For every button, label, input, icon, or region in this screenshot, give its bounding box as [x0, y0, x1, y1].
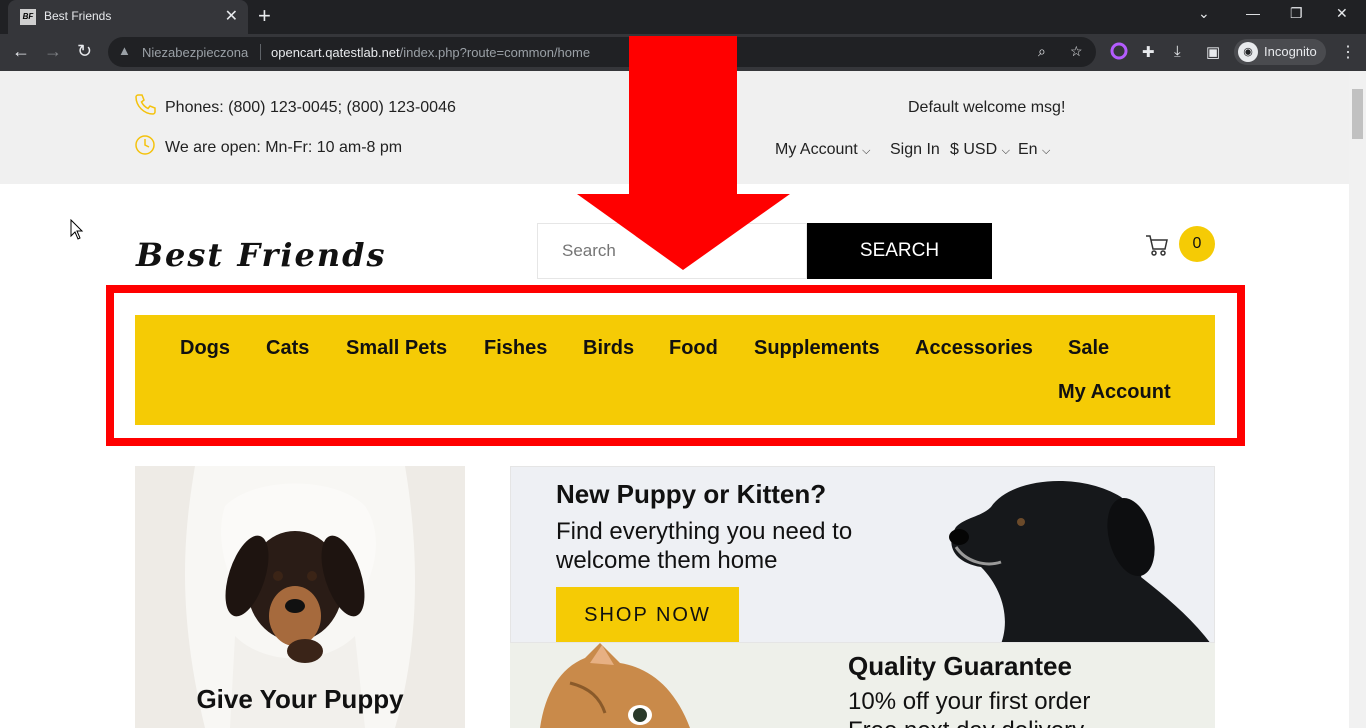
page-scrollbar[interactable]	[1349, 71, 1366, 728]
promo-banner-quality[interactable]: Quality Guarantee 10% off your first ord…	[510, 643, 1215, 728]
extensions-puzzle-icon[interactable]: ✚	[1142, 43, 1155, 61]
hours-text: We are open: Mn-Fr: 10 am-8 pm	[165, 139, 403, 156]
forward-icon[interactable]: →	[44, 41, 62, 62]
download-icon[interactable]: ⤓	[1174, 43, 1181, 60]
restore-icon[interactable]: ❐	[1290, 5, 1303, 22]
chevron-down-icon: ⌵	[1001, 145, 1010, 157]
favicon-icon: BF	[20, 9, 36, 25]
color-extension-icon[interactable]	[1110, 42, 1128, 64]
currency-label: $ USD	[950, 141, 998, 158]
annotation-highlight-box	[106, 285, 1245, 446]
tab-search-icon[interactable]: ⌄	[1198, 5, 1210, 22]
search-button[interactable]: SEARCH	[807, 223, 992, 279]
back-icon[interactable]: ←	[12, 41, 30, 62]
black-dog-image	[931, 467, 1214, 642]
reload-icon[interactable]: ↻	[77, 41, 92, 62]
tab-title: Best Friends	[44, 9, 112, 23]
url-text[interactable]: opencart.qatestlab.net/index.php?route=c…	[271, 45, 590, 60]
tab-close-icon[interactable]: ✕	[225, 6, 238, 26]
minimize-icon[interactable]: —	[1246, 5, 1260, 21]
language-label: En	[1018, 141, 1038, 158]
scroll-thumb[interactable]	[1352, 89, 1363, 139]
phones-text: Phones: (800) 123-0045; (800) 123-0046	[165, 99, 456, 116]
promo-card-puppy[interactable]: Give Your Puppy	[135, 466, 465, 728]
promo-banner-new-puppy[interactable]: New Puppy or Kitten? Find everything you…	[510, 466, 1215, 643]
warning-icon[interactable]: ▲	[118, 43, 131, 58]
promo-card-title: Give Your Puppy	[196, 684, 404, 714]
site-logo[interactable]: Best Friends	[136, 236, 387, 274]
new-tab-icon[interactable]: +	[258, 3, 271, 29]
browser-tabbar: BF Best Friends ✕ + ⌄ — ❐ ✕	[0, 0, 1366, 34]
mouse-cursor-icon	[70, 219, 84, 240]
security-label[interactable]: Niezabezpieczona	[142, 45, 248, 60]
banner-title: New Puppy or Kitten?	[556, 479, 827, 509]
side-panel-icon[interactable]: ▣	[1206, 43, 1220, 61]
banner-subtitle: Find everything you need to welcome them…	[556, 518, 853, 574]
clock-icon	[134, 134, 156, 162]
phone-icon	[134, 93, 156, 121]
cart-icon[interactable]	[1144, 232, 1170, 258]
sign-in-link[interactable]: Sign In	[890, 141, 940, 159]
zoom-icon[interactable]: ⌕	[1038, 43, 1046, 60]
cat-image	[530, 643, 730, 728]
url-host: opencart.qatestlab.net	[271, 45, 400, 60]
chevron-down-icon: ⌵	[1042, 145, 1051, 157]
banner-line: Free next day delivery	[848, 717, 1084, 728]
browser-tab[interactable]: BF Best Friends ✕	[8, 0, 248, 34]
banner-title: Quality Guarantee	[848, 651, 1072, 681]
incognito-badge[interactable]: ◉ Incognito	[1234, 39, 1326, 65]
url-path: /index.php?route=common/home	[399, 45, 591, 60]
window-close-icon[interactable]: ✕	[1336, 5, 1348, 22]
bookmark-star-icon[interactable]: ☆	[1070, 43, 1083, 60]
annotation-arrow-icon	[577, 36, 790, 270]
language-dropdown[interactable]: En ⌵	[1018, 141, 1050, 159]
browser-menu-icon[interactable]: ⋮	[1340, 42, 1356, 62]
welcome-message: Default welcome msg!	[908, 99, 1066, 116]
chevron-down-icon: ⌵	[862, 145, 871, 157]
currency-dropdown[interactable]: $ USD ⌵	[950, 141, 1010, 159]
omnibox-divider	[260, 44, 261, 60]
banner-subtitle: 10% off your first order Free next day de…	[848, 687, 1090, 728]
incognito-label: Incognito	[1264, 44, 1317, 59]
shop-now-button[interactable]: SHOP NOW	[556, 587, 739, 642]
incognito-icon: ◉	[1238, 42, 1258, 62]
banner-line: 10% off your first order	[848, 688, 1091, 715]
cart-count-badge[interactable]: 0	[1179, 226, 1215, 262]
